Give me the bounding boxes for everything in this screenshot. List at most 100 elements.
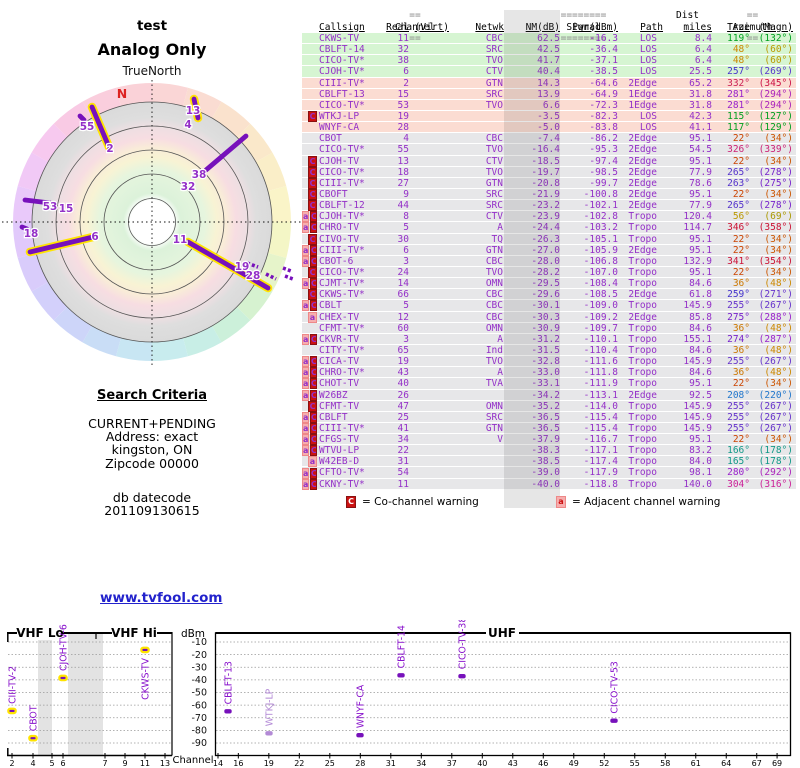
svg-text:-50: -50 bbox=[191, 688, 207, 699]
path: Tropo bbox=[628, 344, 657, 356]
power: -102.1 bbox=[583, 200, 618, 212]
noise-margin: -40.0 bbox=[531, 478, 560, 490]
warning-markers: aC bbox=[302, 367, 319, 379]
search-criteria: Search Criteria CURRENT+PENDING Address:… bbox=[27, 388, 277, 517]
noise-margin: 6.6 bbox=[542, 99, 560, 111]
path: Tropo bbox=[628, 300, 657, 312]
table-row: a C CJOH-TV* 8 CTV -23.9 -102.8 Tropo 120.4 56° (6… bbox=[302, 211, 796, 223]
noise-margin: -35.2 bbox=[531, 400, 560, 412]
power: -98.5 bbox=[589, 166, 618, 178]
real-channel: 6 bbox=[403, 244, 409, 256]
table-row: C CFMT-TV 47 OMN -35.2 -114.0 Tropo 145.9 255° (2… bbox=[302, 400, 796, 412]
adjacent-channel-warning-icon: a bbox=[302, 422, 309, 434]
real-channel: 66 bbox=[397, 289, 409, 301]
distance-miles: 95.1 bbox=[689, 244, 712, 256]
real-channel: 54 bbox=[397, 467, 409, 479]
magnetic-azimuth: (287°) bbox=[758, 333, 793, 345]
table-row: CBLFT-14 32 SRC 42.5 -36.4 LOS 6.4 48° (60°) bbox=[302, 44, 796, 56]
svg-text:61: 61 bbox=[691, 759, 701, 768]
svg-text:38: 38 bbox=[192, 169, 207, 181]
network: SRC bbox=[485, 88, 503, 100]
network: OMN bbox=[485, 400, 503, 412]
distance-miles: 41.1 bbox=[689, 122, 712, 134]
svg-text:31: 31 bbox=[386, 759, 396, 768]
callsign: CFGS-TV bbox=[319, 434, 360, 446]
real-channel: 13 bbox=[397, 155, 409, 167]
distance-miles: 25.5 bbox=[689, 66, 712, 78]
noise-margin: -16.4 bbox=[531, 144, 560, 156]
svg-text:11: 11 bbox=[173, 234, 188, 246]
network: CBC bbox=[485, 255, 503, 267]
vhf-lo-label: VHF Lo bbox=[16, 626, 64, 640]
path: 2Edge bbox=[628, 155, 657, 167]
power: -116.7 bbox=[583, 434, 618, 446]
table-row: a C CBLT 5 CBC -30.1 -109.0 Tropo 145.9 255° (267°… bbox=[302, 300, 796, 312]
adjacent-channel-warning-icon: a bbox=[302, 255, 309, 267]
table-row: C WTKJ-LP 19 -3.5 -82.3 LOS 42.3 115° (127°) bbox=[302, 110, 796, 123]
power: -82.3 bbox=[589, 110, 618, 122]
noise-margin: -28.0 bbox=[531, 255, 560, 267]
magnetic-azimuth: (34°) bbox=[764, 155, 793, 167]
radar-chart: 552134383253 1518 6 111928 N bbox=[2, 80, 304, 368]
real-channel: 25 bbox=[397, 411, 409, 423]
magnetic-azimuth: (271°) bbox=[758, 289, 793, 301]
virtual-channel bbox=[409, 345, 449, 356]
svg-text:WTKJ-LP: WTKJ-LP bbox=[264, 688, 275, 726]
true-azimuth: 48° bbox=[732, 55, 750, 67]
warning-markers: C bbox=[302, 155, 319, 167]
svg-text:64: 64 bbox=[721, 759, 731, 768]
virtual-channel bbox=[409, 222, 449, 233]
power: -64.9 bbox=[589, 88, 618, 100]
co-channel-warning-icon: C bbox=[310, 244, 317, 256]
distance-miles: 84.0 bbox=[689, 456, 712, 468]
table-row: C CIII-TV* 27 GTN -20.8 -99.7 2Edge 78.6 263° (27… bbox=[302, 177, 796, 189]
callsign: CKWS-TV bbox=[319, 33, 360, 44]
svg-text:2: 2 bbox=[106, 143, 113, 155]
path: 2Edge bbox=[628, 311, 657, 323]
co-channel-warning-icon: C bbox=[308, 400, 317, 412]
warning-markers bbox=[302, 133, 319, 144]
magnetic-azimuth: (48°) bbox=[764, 322, 793, 334]
distance-miles: 42.3 bbox=[689, 110, 712, 122]
co-channel-warning-icon: C bbox=[310, 333, 317, 345]
svg-text:22: 22 bbox=[294, 759, 304, 768]
table-row: C CJOH-TV 13 CTV -18.5 -97.4 2Edge 95.1 22° (34°) bbox=[302, 155, 796, 167]
table-row: CICO-TV* 53 TVO 6.6 -72.3 1Edge 31.8 281° (294°) bbox=[302, 99, 796, 111]
virtual-channel bbox=[409, 122, 449, 133]
network bbox=[449, 467, 504, 478]
noise-margin: -3.5 bbox=[537, 110, 560, 122]
distance-miles: 98.1 bbox=[689, 467, 712, 479]
virtual-channel bbox=[409, 334, 449, 345]
power: -115.4 bbox=[583, 411, 618, 423]
callsign: WTVU-LP bbox=[319, 445, 360, 457]
callsign: WNYF-CA bbox=[319, 122, 360, 134]
adjacent-channel-warning-icon: a bbox=[302, 411, 309, 423]
svg-text:2: 2 bbox=[9, 759, 14, 768]
svg-text:6: 6 bbox=[91, 231, 98, 243]
magnetic-azimuth: (34°) bbox=[764, 244, 793, 256]
table-row: CFMT-TV* 60 OMN -30.9 -109.7 Tropo 84.6 36° (48°… bbox=[302, 322, 796, 334]
magnetic-azimuth: (60°) bbox=[764, 55, 793, 67]
distance-miles: 145.9 bbox=[683, 422, 712, 434]
warning-markers: C bbox=[302, 166, 319, 178]
magnetic-azimuth: (267°) bbox=[758, 411, 793, 423]
warning-markers: aC bbox=[302, 411, 319, 423]
svg-text:CJOH-TV-6: CJOH-TV-6 bbox=[58, 624, 69, 671]
adjacent-channel-badge: a bbox=[556, 496, 566, 508]
distance-miles: 95.1 bbox=[689, 188, 712, 200]
noise-margin: -37.9 bbox=[531, 434, 560, 446]
noise-margin: -32.8 bbox=[531, 356, 560, 368]
magnetic-azimuth: (275°) bbox=[758, 177, 793, 189]
noise-margin: -26.3 bbox=[531, 233, 560, 245]
noise-margin: -21.9 bbox=[531, 188, 560, 200]
true-azimuth: 22° bbox=[732, 244, 750, 256]
callsign: CBLT bbox=[319, 300, 342, 312]
real-channel: 3 bbox=[403, 333, 409, 345]
tvfool-link[interactable]: www.tvfool.com bbox=[100, 590, 222, 606]
network: GTN bbox=[485, 244, 503, 256]
magnetic-azimuth: (178°) bbox=[758, 456, 793, 468]
co-channel-warning-icon: C bbox=[310, 378, 317, 390]
co-channel-warning-icon: C bbox=[310, 434, 317, 446]
power: -72.3 bbox=[589, 99, 618, 111]
true-azimuth: 22° bbox=[732, 233, 750, 245]
